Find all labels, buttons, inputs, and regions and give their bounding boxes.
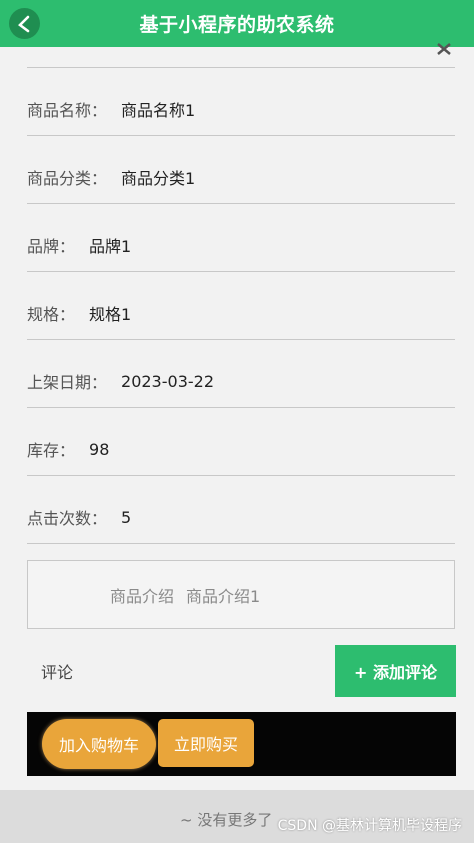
divider	[27, 339, 455, 340]
add-comment-label: + 添加评论	[354, 663, 437, 682]
product-detail-page: 基于小程序的助农系统 商品名称： 商品名称1 商品分类： 商品分类1 品牌： 品…	[0, 0, 474, 843]
page-title: 基于小程序的助农系统	[139, 14, 335, 36]
detail-label: 库存：	[27, 441, 76, 460]
detail-label: 上架日期：	[27, 373, 108, 392]
detail-value: 商品名称1	[121, 101, 196, 120]
back-arrow-icon	[17, 15, 29, 32]
detail-row-clicks: 点击次数： 5	[27, 502, 455, 532]
detail-value: 98	[89, 439, 110, 459]
product-description: 商品介绍 商品介绍1	[27, 560, 455, 629]
app-header: 基于小程序的助农系统	[0, 0, 474, 47]
detail-label: 点击次数：	[27, 509, 108, 528]
detail-label: 规格：	[27, 305, 76, 324]
detail-row-category: 商品分类： 商品分类1	[27, 162, 455, 192]
detail-value: 5	[121, 507, 132, 527]
back-button[interactable]	[9, 8, 40, 39]
detail-row-date: 上架日期： 2023-03-22	[27, 366, 455, 396]
divider	[27, 407, 455, 408]
detail-value: 品牌1	[89, 237, 132, 256]
detail-row-spec: 规格： 规格1	[27, 298, 455, 328]
divider	[27, 543, 455, 544]
watermark: CSDN @基林计算机毕设程序	[277, 818, 462, 834]
add-to-cart-button[interactable]: 加入购物车	[42, 719, 156, 769]
close-icon[interactable]	[434, 40, 454, 56]
detail-label: 商品名称：	[27, 101, 108, 120]
add-comment-button[interactable]: + 添加评论	[335, 645, 456, 697]
divider	[27, 203, 455, 204]
buy-now-label: 立即购买	[173, 735, 238, 754]
description-label: 商品介绍	[110, 586, 175, 606]
detail-row-brand: 品牌： 品牌1	[27, 230, 455, 260]
divider	[27, 475, 455, 476]
detail-row-name: 商品名称： 商品名称1	[27, 94, 455, 124]
divider	[27, 67, 455, 68]
detail-label: 品牌：	[27, 237, 76, 256]
detail-value: 规格1	[89, 305, 132, 324]
buy-now-button[interactable]: 立即购买	[158, 719, 254, 767]
detail-row-stock: 库存： 98	[27, 434, 455, 464]
detail-value: 商品分类1	[121, 169, 196, 188]
no-more-text: ~ 没有更多了	[180, 811, 273, 829]
divider	[27, 135, 455, 136]
detail-label: 商品分类：	[27, 169, 108, 188]
add-to-cart-label: 加入购物车	[58, 736, 139, 755]
description-value: 商品介绍1	[186, 586, 261, 606]
comment-label: 评论	[41, 663, 74, 682]
divider	[27, 271, 455, 272]
detail-value: 2023-03-22	[121, 371, 214, 391]
